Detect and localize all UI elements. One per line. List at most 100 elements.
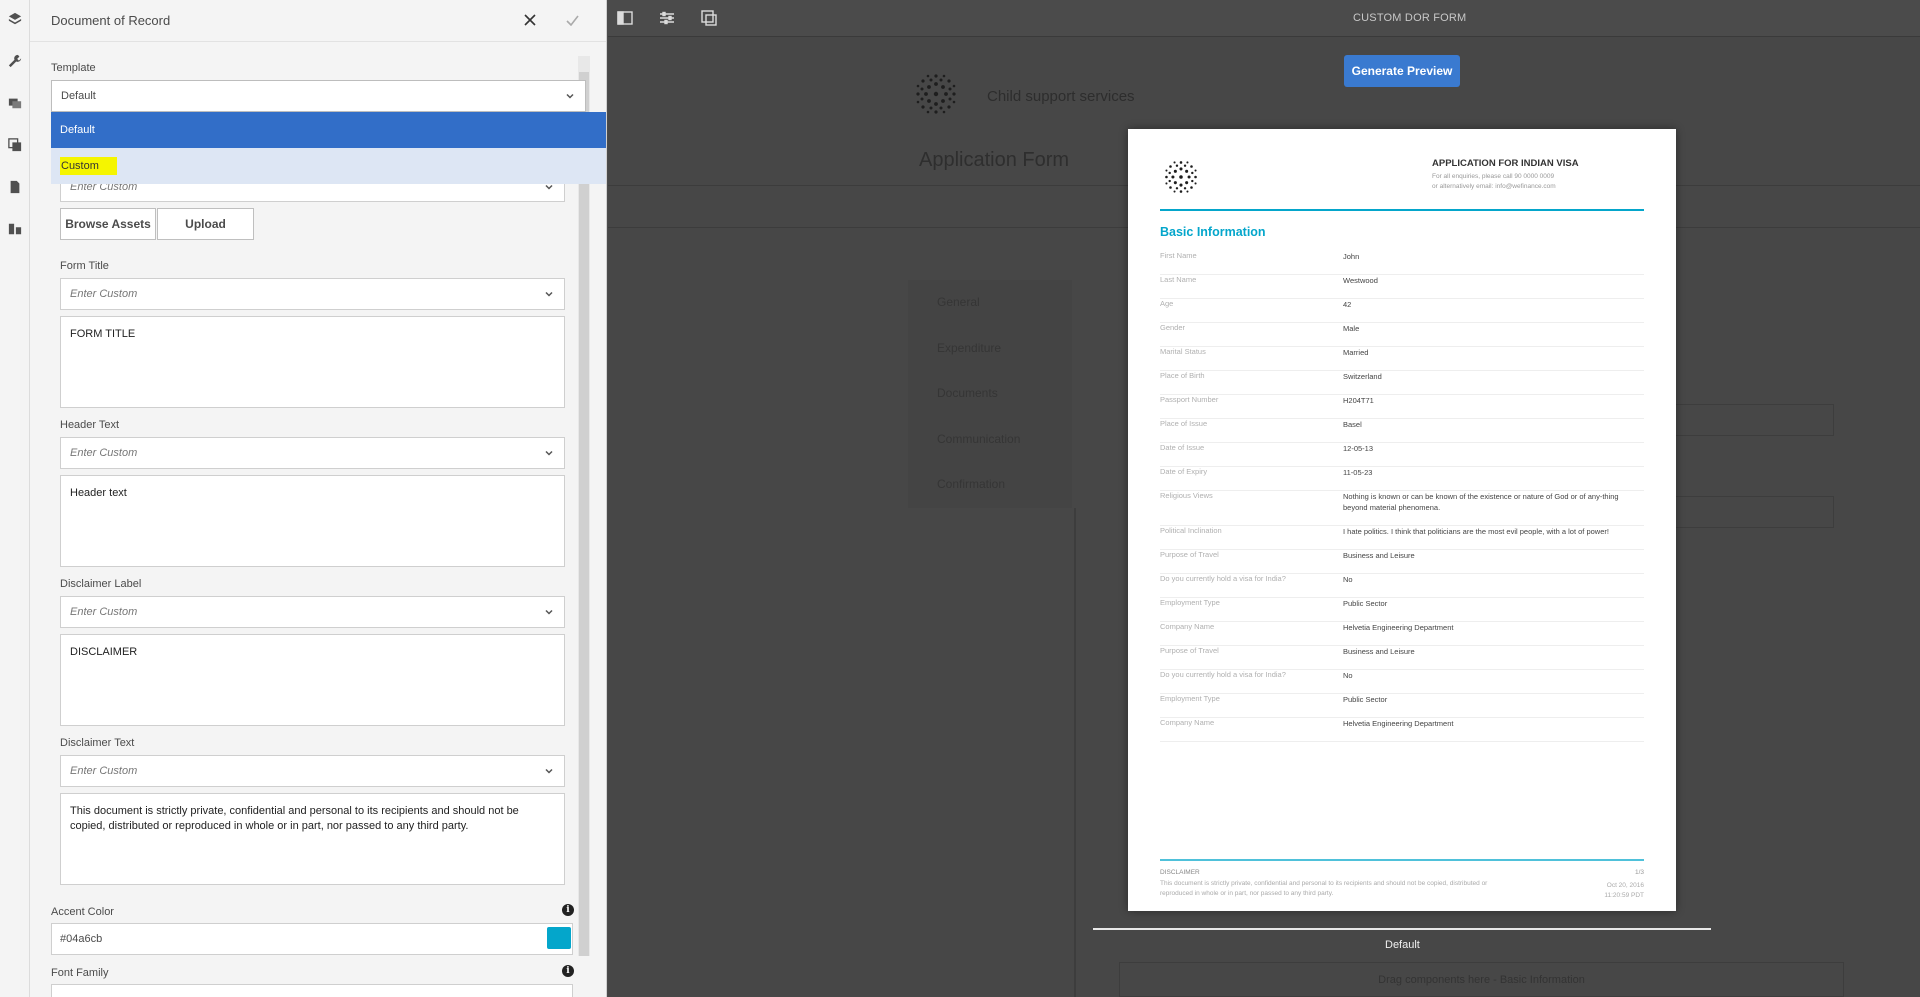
disclaimer-label-textarea[interactable]: DISCLAIMER — [60, 634, 565, 726]
chevron-down-icon — [544, 289, 554, 299]
generate-preview-button[interactable]: Generate Preview — [1344, 55, 1460, 87]
form-title-textarea[interactable]: FORM TITLE — [60, 316, 565, 408]
nav-item-confirmation[interactable]: Confirmation — [937, 477, 1005, 491]
disclaimer-label-label: Disclaimer Label — [60, 578, 142, 590]
layers-icon[interactable] — [6, 10, 24, 28]
document-row: Place of Birth Switzerland — [1160, 371, 1644, 395]
drop-zone[interactable]: Drag components here - Basic Information — [1119, 962, 1844, 997]
document-heading: APPLICATION FOR INDIAN VISA — [1432, 158, 1579, 169]
disclaimer-text-select[interactable]: Enter Custom — [60, 755, 565, 787]
row-value: Male — [1343, 324, 1360, 333]
document-row: Company Name Helvetia Engineering Departm… — [1160, 718, 1644, 742]
row-label: First Name — [1160, 251, 1197, 260]
header-text-select[interactable]: Enter Custom — [60, 437, 565, 469]
template-option-default[interactable]: Default — [51, 112, 606, 148]
row-label: Place of Issue — [1160, 419, 1208, 428]
header-text-textarea[interactable]: Header text — [60, 475, 565, 567]
document-row: Employment Type Public Sector — [1160, 694, 1644, 718]
document-subheading: For all enquiries, please call 90 0000 0… — [1432, 172, 1556, 193]
components-icon[interactable] — [6, 136, 24, 154]
section-title: Basic Information — [1160, 225, 1266, 239]
row-value: Business and Leisure — [1343, 551, 1415, 560]
document-row: Employment Type Public Sector — [1160, 598, 1644, 622]
brand-name: Child support services — [987, 88, 1135, 105]
row-label: Last Name — [1160, 275, 1197, 284]
document-row: Company Name Helvetia Engineering Departm… — [1160, 622, 1644, 646]
document-row: Date of Issue 12-05-13 — [1160, 443, 1644, 467]
background-field — [1672, 496, 1834, 528]
disclaimer-label-placeholder: Enter Custom — [70, 606, 138, 618]
row-label: Political Inclination — [1160, 526, 1222, 535]
row-label: Purpose of Travel — [1160, 646, 1219, 655]
row-value: H204T71 — [1343, 396, 1374, 405]
accent-color-label: Accent Color — [51, 906, 114, 918]
page-number: 1/3 — [1634, 869, 1644, 876]
document-row: Purpose of Travel Business and Leisure — [1160, 646, 1644, 670]
document-date: Oct 20, 2016 11:20:59 PDT — [1604, 881, 1644, 901]
nav-item-communication[interactable]: Communication — [937, 432, 1020, 446]
info-icon[interactable]: i — [562, 904, 574, 916]
row-label: Marital Status — [1160, 347, 1206, 356]
info-icon[interactable]: i — [562, 965, 574, 977]
brand-logo — [916, 74, 956, 114]
accent-color-input[interactable]: #04a6cb — [51, 923, 573, 955]
check-icon[interactable] — [561, 9, 583, 31]
background-panel-edge — [1074, 508, 1076, 997]
nav-item-documents[interactable]: Documents — [937, 386, 998, 400]
document-row: Do you currently hold a visa for India? N… — [1160, 670, 1644, 694]
document-row: Religious Views Nothing is known or can b… — [1160, 491, 1644, 526]
document-row: Do you currently hold a visa for India? N… — [1160, 574, 1644, 598]
row-value: I hate politics. I think that politician… — [1343, 527, 1609, 536]
nav-item-expenditure[interactable]: Expenditure — [937, 341, 1001, 355]
form-title-select[interactable]: Enter Custom — [60, 278, 565, 310]
footer-label: Default — [1385, 939, 1420, 951]
header-text-placeholder: Enter Custom — [70, 447, 138, 459]
row-label: Company Name — [1160, 622, 1215, 631]
font-family-select[interactable] — [51, 984, 573, 997]
browse-assets-button[interactable]: Browse Assets — [60, 208, 156, 240]
subheading-line: or alternatively email: info@wefinance.c… — [1432, 183, 1556, 191]
form-heading: Application Form — [919, 149, 1070, 171]
accent-color-value: #04a6cb — [60, 933, 103, 945]
properties-sliders-icon[interactable] — [658, 9, 676, 27]
disclaimer-text-textarea[interactable]: This document is strictly private, confi… — [60, 793, 565, 885]
assets-icon[interactable] — [6, 94, 24, 112]
row-label: Date of Issue — [1160, 443, 1205, 452]
upload-button[interactable]: Upload — [157, 208, 254, 240]
document-row: Age 42 — [1160, 299, 1644, 323]
data-model-icon[interactable] — [6, 220, 24, 238]
row-value: Nothing is known or can be known of the … — [1343, 492, 1619, 513]
row-label: Religious Views — [1160, 491, 1213, 500]
toggle-side-panel-icon[interactable] — [616, 9, 634, 27]
row-label: Gender — [1160, 323, 1186, 332]
template-option-custom[interactable]: Custom — [51, 148, 606, 184]
header-text-label: Header Text — [60, 419, 120, 431]
row-value: John — [1343, 252, 1360, 261]
disclaimer-label-select[interactable]: Enter Custom — [60, 596, 565, 628]
color-swatch[interactable] — [547, 927, 571, 949]
template-select[interactable]: Default — [51, 80, 586, 112]
nav-item-general[interactable]: General — [937, 295, 980, 309]
side-rail — [0, 0, 30, 997]
panel-scrollbar[interactable] — [578, 56, 590, 956]
row-value: Helvetia Engineering Department — [1343, 623, 1454, 632]
background-field — [1672, 404, 1834, 436]
chevron-down-icon — [544, 766, 554, 776]
row-value: Business and Leisure — [1343, 647, 1415, 656]
font-family-label: Font Family — [51, 967, 109, 979]
document-icon[interactable] — [6, 178, 24, 196]
row-value: Married — [1343, 348, 1369, 357]
wrench-icon[interactable] — [6, 52, 24, 70]
preview-mode-icon[interactable] — [700, 9, 718, 27]
row-label: Do you currently hold a visa for India? — [1160, 670, 1286, 679]
form-title-placeholder: Enter Custom — [70, 288, 138, 300]
panel-header: Document of Record — [30, 0, 606, 42]
chevron-down-icon — [565, 91, 575, 101]
document-row: Political Inclination I hate politics. I … — [1160, 526, 1644, 550]
row-label: Employment Type — [1160, 694, 1220, 703]
document-row: Passport Number H204T71 — [1160, 395, 1644, 419]
date-text: Oct 20, 2016 — [1606, 882, 1644, 889]
row-label: Date of Expiry — [1160, 467, 1208, 476]
row-value: 42 — [1343, 300, 1352, 309]
close-icon[interactable] — [519, 9, 541, 31]
